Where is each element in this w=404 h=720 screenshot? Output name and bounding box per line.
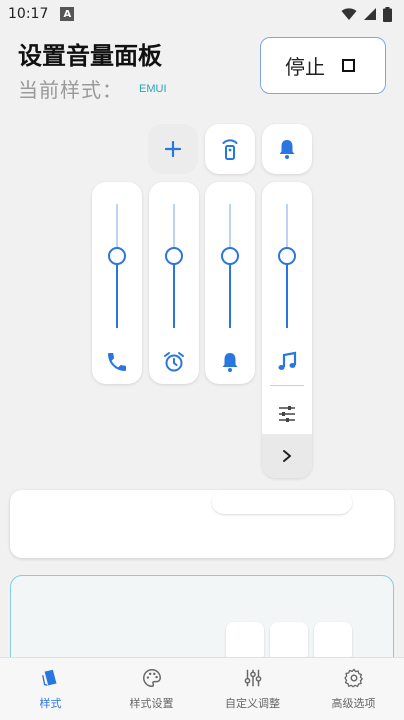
battery-icon — [383, 6, 392, 22]
preview-slider-tile — [314, 622, 352, 662]
status-bar: 10:17 A — [0, 0, 404, 28]
chevron-right-icon — [283, 450, 291, 462]
notification-button[interactable] — [262, 124, 312, 174]
stop-button-label: 停止 — [285, 55, 325, 79]
nav-label-advanced: 高级选项 — [331, 697, 376, 710]
status-time: 10:17 — [8, 6, 49, 22]
divider — [270, 385, 304, 386]
tune-icon — [279, 406, 295, 422]
a-badge-icon: A — [60, 7, 75, 21]
stop-button[interactable]: 停止 — [260, 37, 386, 94]
wifi-icon — [341, 8, 357, 20]
add-button[interactable] — [148, 124, 198, 174]
plus-icon — [164, 140, 182, 158]
phone-icon — [108, 353, 126, 371]
music-note-icon — [278, 351, 297, 370]
current-style: 当前样式： EMUI — [18, 74, 167, 103]
media-volume-slider[interactable] — [262, 182, 312, 478]
slider-track[interactable] — [149, 204, 199, 328]
bottom-navigation: 样式 样式设置 自定义调整 高级选项 — [0, 657, 404, 720]
palette-icon — [142, 669, 161, 687]
settings-button[interactable] — [262, 394, 312, 434]
preview-slider-tile — [226, 622, 264, 662]
nav-label-style: 样式 — [39, 697, 62, 710]
expand-button[interactable] — [262, 434, 312, 478]
current-style-label: 当前样式： — [18, 78, 123, 102]
stop-square-icon — [342, 59, 355, 72]
call-volume-slider[interactable] — [92, 182, 142, 384]
slider-knob[interactable] — [165, 247, 183, 265]
slider-knob[interactable] — [221, 247, 239, 265]
bell-icon — [279, 140, 295, 159]
slider-knob[interactable] — [108, 247, 126, 265]
nav-item-advanced[interactable]: 高级选项 — [303, 658, 404, 720]
nav-label-custom-adjust: 自定义调整 — [225, 697, 280, 710]
slider-track[interactable] — [262, 204, 312, 328]
ring-volume-slider[interactable] — [205, 182, 255, 384]
signal-icon — [364, 8, 376, 20]
slider-track[interactable] — [92, 204, 142, 328]
slider-knob[interactable] — [278, 247, 296, 265]
alarm-volume-slider[interactable] — [149, 182, 199, 384]
nav-item-style[interactable]: 样式 — [0, 658, 101, 720]
nav-label-style-settings: 样式设置 — [129, 697, 174, 710]
preview-slider-tile — [270, 622, 308, 662]
nav-item-custom-adjust[interactable]: 自定义调整 — [202, 658, 303, 720]
alarm-clock-icon — [164, 352, 184, 372]
current-style-value: EMUI — [139, 82, 167, 95]
remote-button[interactable] — [205, 124, 255, 174]
gear-icon — [343, 668, 363, 688]
page-title: 设置音量面板 — [18, 42, 162, 70]
style-icon — [41, 669, 56, 686]
slider-track[interactable] — [205, 204, 255, 328]
nav-item-style-settings[interactable]: 样式设置 — [101, 658, 202, 720]
sliders-icon — [244, 669, 261, 687]
style-preview-inner — [212, 490, 352, 514]
remote-icon — [222, 139, 238, 160]
bell-icon — [222, 353, 238, 372]
